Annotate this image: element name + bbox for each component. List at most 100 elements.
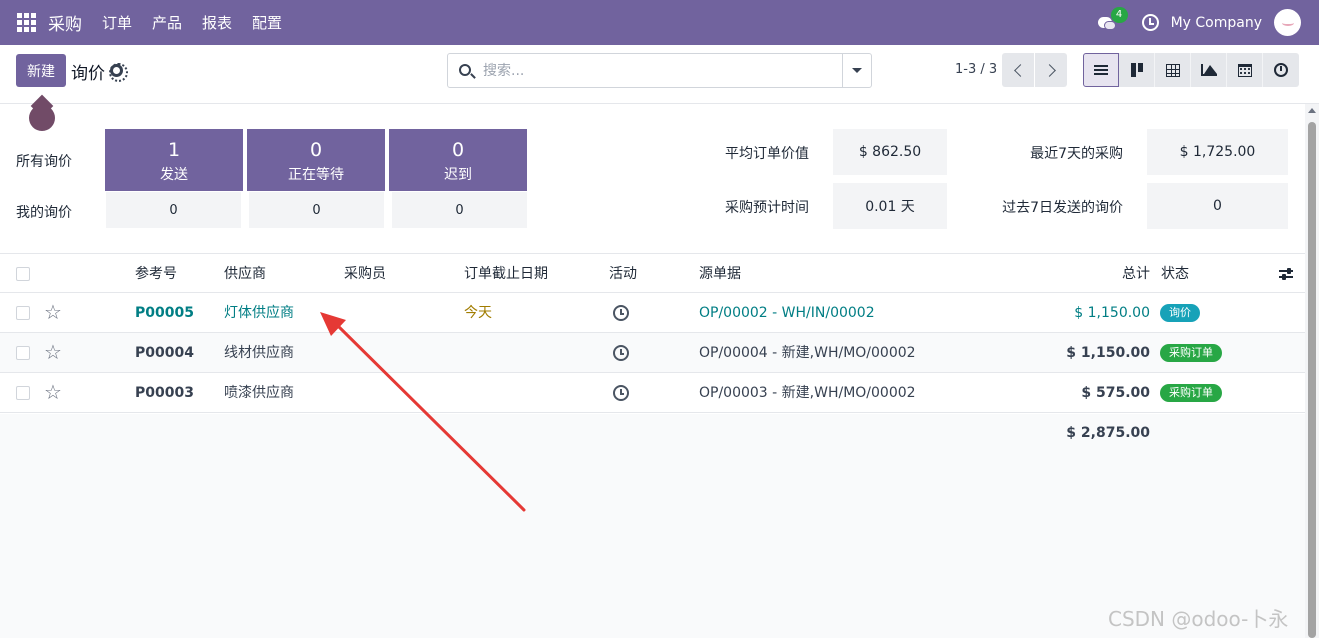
column-header-vendor[interactable]: 供应商 (224, 254, 266, 294)
menu-item-products[interactable]: 产品 (152, 12, 182, 33)
row-checkbox[interactable] (16, 386, 30, 400)
my-late-count[interactable]: 0 (392, 192, 527, 228)
chat-icon[interactable]: 4 (1097, 6, 1128, 32)
tile-waiting[interactable]: 0 正在等待 (247, 129, 385, 191)
search-input[interactable] (483, 54, 843, 87)
activity-clock-icon[interactable] (613, 305, 629, 321)
pager-next-button[interactable] (1035, 53, 1067, 87)
table-header-row: 参考号 供应商 采购员 订单截止日期 活动 源单据 总计 状态 (0, 253, 1305, 293)
optional-columns-icon[interactable] (1279, 268, 1293, 280)
activity-view-icon (1274, 63, 1288, 77)
column-header-deadline[interactable]: 订单截止日期 (464, 254, 548, 294)
activity-clock-icon[interactable] (613, 345, 629, 361)
column-header-total[interactable]: 总计 (1070, 254, 1150, 294)
company-switcher[interactable]: My Company (1171, 15, 1262, 31)
status-badge: 采购订单 (1160, 344, 1222, 362)
star-icon[interactable]: ☆ (44, 301, 62, 323)
tile-late-label: 迟到 (444, 167, 472, 183)
list-view-button[interactable] (1083, 53, 1119, 87)
search-box (447, 53, 872, 88)
pivot-view-button[interactable] (1155, 53, 1191, 87)
star-icon[interactable]: ☆ (44, 381, 62, 403)
tile-waiting-label: 正在等待 (288, 167, 344, 183)
caret-down-icon (852, 68, 862, 73)
tile-sent[interactable]: 1 发送 (105, 129, 243, 191)
table-row[interactable]: ☆ P00004 线材供应商 OP/00004 - 新建,WH/MO/00002… (0, 333, 1305, 373)
row-vendor[interactable]: 喷漆供应商 (224, 373, 294, 413)
row-total: $ 575.00 (1081, 385, 1150, 401)
row-source[interactable]: OP/00002 - WH/IN/00002 (699, 293, 875, 333)
calendar-view-icon (1237, 63, 1252, 77)
calendar-view-button[interactable] (1227, 53, 1263, 87)
search-options-toggle[interactable] (842, 54, 871, 87)
pivot-view-icon (1165, 63, 1180, 77)
row-source[interactable]: OP/00003 - 新建,WH/MO/00002 (699, 373, 916, 413)
star-icon[interactable]: ☆ (44, 341, 62, 363)
row-vendor[interactable]: 灯体供应商 (224, 293, 294, 333)
menu-item-orders[interactable]: 订单 (102, 12, 132, 33)
row-vendor[interactable]: 线材供应商 (224, 333, 294, 373)
tile-sent-label: 发送 (160, 167, 188, 183)
metric-7day-purchase-value: $ 1,725.00 (1147, 129, 1288, 175)
metric-lead-time-value: 0.01 天 (833, 183, 947, 229)
chevron-left-icon (1013, 63, 1027, 77)
table-footer-row: $ 2,875.00 (0, 413, 1305, 453)
activity-clock-icon[interactable] (613, 385, 629, 401)
status-badge: 询价 (1160, 304, 1200, 322)
grand-total: $ 2,875.00 (1066, 425, 1150, 441)
table-row[interactable]: ☆ P00003 喷漆供应商 OP/00003 - 新建,WH/MO/00002… (0, 373, 1305, 413)
menu-item-config[interactable]: 配置 (252, 12, 282, 33)
new-button[interactable]: 新建 (16, 54, 66, 87)
metric-rfq-sent-label: 过去7日发送的询价 (1002, 200, 1123, 216)
app-name[interactable]: 采购 (48, 10, 82, 35)
row-checkbox[interactable] (16, 346, 30, 360)
avatar[interactable] (1274, 9, 1301, 36)
column-header-activity[interactable]: 活动 (609, 254, 637, 294)
metric-avg-order-label: 平均订单价值 (725, 146, 809, 162)
column-header-reference[interactable]: 参考号 (135, 254, 177, 294)
scrollbar[interactable] (1305, 104, 1319, 638)
graph-view-button[interactable] (1191, 53, 1227, 87)
scrollbar-thumb[interactable] (1308, 122, 1316, 638)
tile-late[interactable]: 0 迟到 (389, 129, 527, 191)
control-panel: 新建 询价 1-3 / 3 (0, 45, 1319, 104)
all-rfqs-label: 所有询价 (16, 154, 72, 170)
tile-late-count: 0 (451, 139, 465, 161)
pager-value[interactable]: 1-3 / 3 (955, 62, 997, 77)
tile-waiting-count: 0 (309, 139, 323, 161)
metric-rfq-sent-value: 0 (1147, 183, 1288, 229)
row-reference[interactable]: P00004 (135, 333, 194, 373)
my-waiting-count[interactable]: 0 (249, 192, 384, 228)
drop-icon (29, 95, 55, 131)
menu-item-reports[interactable]: 报表 (202, 12, 232, 33)
clock-icon[interactable] (1141, 14, 1159, 31)
rfq-list-table: 参考号 供应商 采购员 订单截止日期 活动 源单据 总计 状态 ☆ P00005… (0, 253, 1305, 453)
my-sent-count[interactable]: 0 (106, 192, 241, 228)
top-navbar: 采购 订单 产品 报表 配置 4 My Company (0, 0, 1319, 45)
gear-icon[interactable] (109, 63, 128, 82)
row-total: $ 1,150.00 (1074, 305, 1150, 321)
list-view-icon (1094, 63, 1108, 77)
apps-grid-icon[interactable] (17, 12, 37, 33)
row-deadline: 今天 (464, 305, 492, 321)
status-badge: 采购订单 (1160, 384, 1222, 402)
row-reference[interactable]: P00003 (135, 373, 194, 413)
graph-view-icon (1200, 64, 1217, 76)
scroll-up-arrow-icon[interactable] (1308, 108, 1316, 113)
kanban-view-button[interactable] (1119, 53, 1155, 87)
pager-previous-button[interactable] (1002, 53, 1034, 87)
row-checkbox[interactable] (16, 306, 30, 320)
my-rfqs-label: 我的询价 (16, 205, 72, 221)
table-row[interactable]: ☆ P00005 灯体供应商 今天 OP/00002 - WH/IN/00002… (0, 293, 1305, 333)
column-header-buyer[interactable]: 采购员 (344, 254, 386, 294)
row-source[interactable]: OP/00004 - 新建,WH/MO/00002 (699, 333, 916, 373)
select-all-checkbox[interactable] (16, 267, 30, 281)
row-reference[interactable]: P00005 (135, 293, 194, 333)
column-header-status[interactable]: 状态 (1161, 254, 1189, 294)
page-title: 询价 (71, 64, 105, 84)
chat-count-badge: 4 (1110, 6, 1128, 23)
column-header-source[interactable]: 源单据 (699, 254, 741, 294)
metric-7day-purchase-label: 最近7天的采购 (1030, 146, 1123, 162)
activity-view-button[interactable] (1263, 53, 1299, 87)
watermark: CSDN @odoo-卜永 (1108, 607, 1289, 631)
